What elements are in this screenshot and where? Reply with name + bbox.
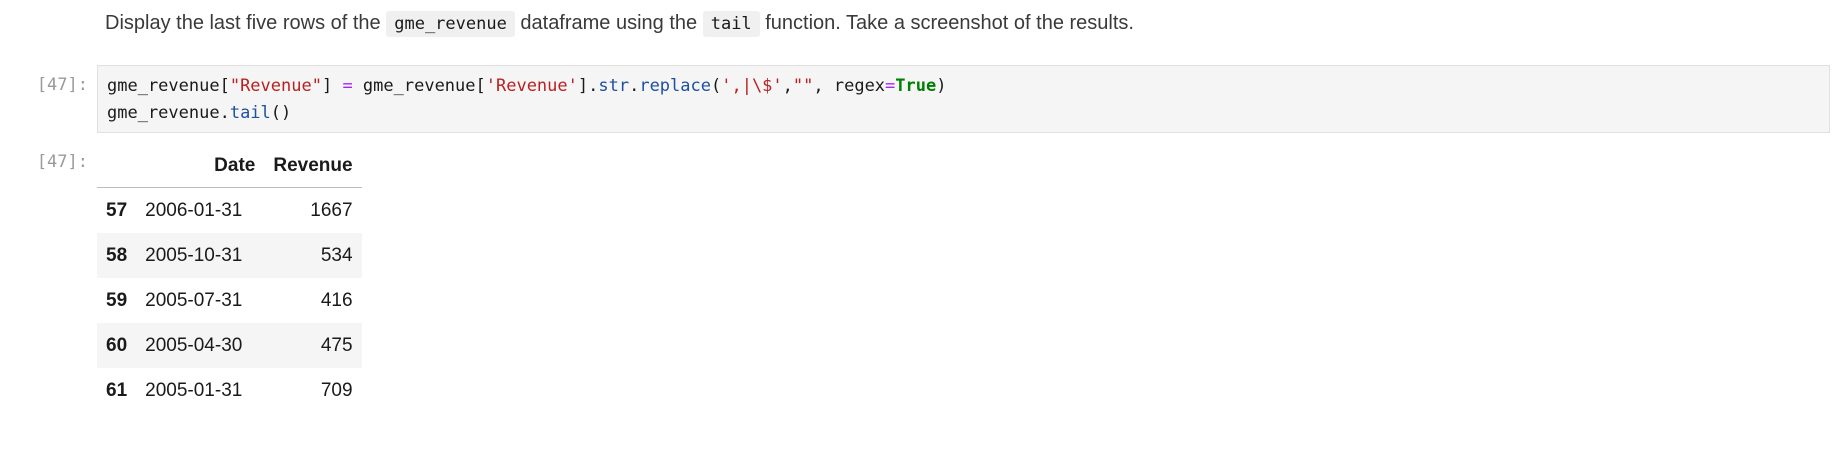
markdown-text: function. Take a screenshot of the resul… (759, 12, 1134, 34)
code-token: . (629, 76, 640, 96)
code-token: ] (321, 76, 343, 96)
markdown-text: Display the last five rows of the (105, 12, 387, 34)
table-row: 58 2005-10-31 534 (97, 233, 362, 278)
revenue-cell: 534 (320, 244, 353, 266)
code-string: "" (792, 76, 814, 96)
table-row: 57 2006-01-31 1667 (97, 188, 362, 234)
code-operator: = (342, 76, 353, 96)
date-cell: 2005-04-30 (145, 334, 243, 356)
code-attribute: replace (639, 76, 711, 96)
index-header (97, 145, 137, 188)
revenue-cell: 416 (320, 289, 353, 311)
code-string: "Revenue" (229, 76, 322, 96)
date-cell: 2005-01-31 (145, 379, 243, 401)
code-token: , regex (813, 76, 886, 96)
code-string: 'Revenue' (485, 76, 578, 96)
output-prompt: [47]: (36, 152, 88, 172)
revenue-column-header: Revenue (264, 145, 362, 188)
code-token: gme_revenue[ (107, 76, 230, 96)
inline-code: gme_revenue (386, 11, 515, 37)
code-attribute: str (598, 76, 630, 96)
inline-code: tail (702, 11, 760, 37)
code-token: gme_revenue[ (352, 76, 486, 96)
code-token: ( (710, 76, 722, 96)
date-cell: 2005-07-31 (145, 289, 243, 311)
code-string: ',|\$' (721, 76, 783, 96)
table-row: 60 2005-04-30 475 (97, 323, 362, 368)
markdown-text: dataframe using the (514, 12, 703, 34)
code-attribute: tail (229, 103, 271, 123)
input-prompt: [47]: (36, 75, 88, 95)
row-index: 58 (106, 244, 128, 266)
code-operator: = (885, 76, 896, 96)
code-token: () (270, 103, 292, 123)
row-index: 61 (106, 379, 128, 401)
date-cell: 2005-10-31 (145, 244, 243, 266)
table-row: 61 2005-01-31 709 (97, 368, 362, 413)
revenue-cell: 709 (320, 379, 353, 401)
code-line-1: gme_revenue["Revenue"] = gme_revenue['Re… (107, 73, 1820, 100)
row-index: 60 (106, 334, 128, 356)
code-token: gme_revenue. (107, 103, 230, 123)
code-token: , (782, 76, 793, 96)
table-header-row: Date Revenue (97, 145, 362, 188)
table-row: 59 2005-07-31 416 (97, 278, 362, 323)
code-keyword: True (895, 76, 937, 96)
code-cell-editor[interactable]: gme_revenue["Revenue"] = gme_revenue['Re… (97, 65, 1830, 133)
output-dataframe-table: Date Revenue 57 2006-01-31 1667 58 2005-… (97, 145, 362, 413)
date-cell: 2006-01-31 (145, 199, 243, 221)
code-token: ]. (577, 76, 599, 96)
revenue-cell: 1667 (310, 199, 353, 221)
row-index: 57 (106, 199, 128, 221)
code-token: ) (936, 76, 947, 96)
row-index: 59 (106, 289, 128, 311)
revenue-cell: 475 (320, 334, 353, 356)
code-line-2: gme_revenue.tail() (107, 100, 1820, 127)
date-column-header: Date (136, 145, 265, 188)
markdown-cell[interactable]: Display the last five rows of the gme_re… (105, 6, 1134, 41)
